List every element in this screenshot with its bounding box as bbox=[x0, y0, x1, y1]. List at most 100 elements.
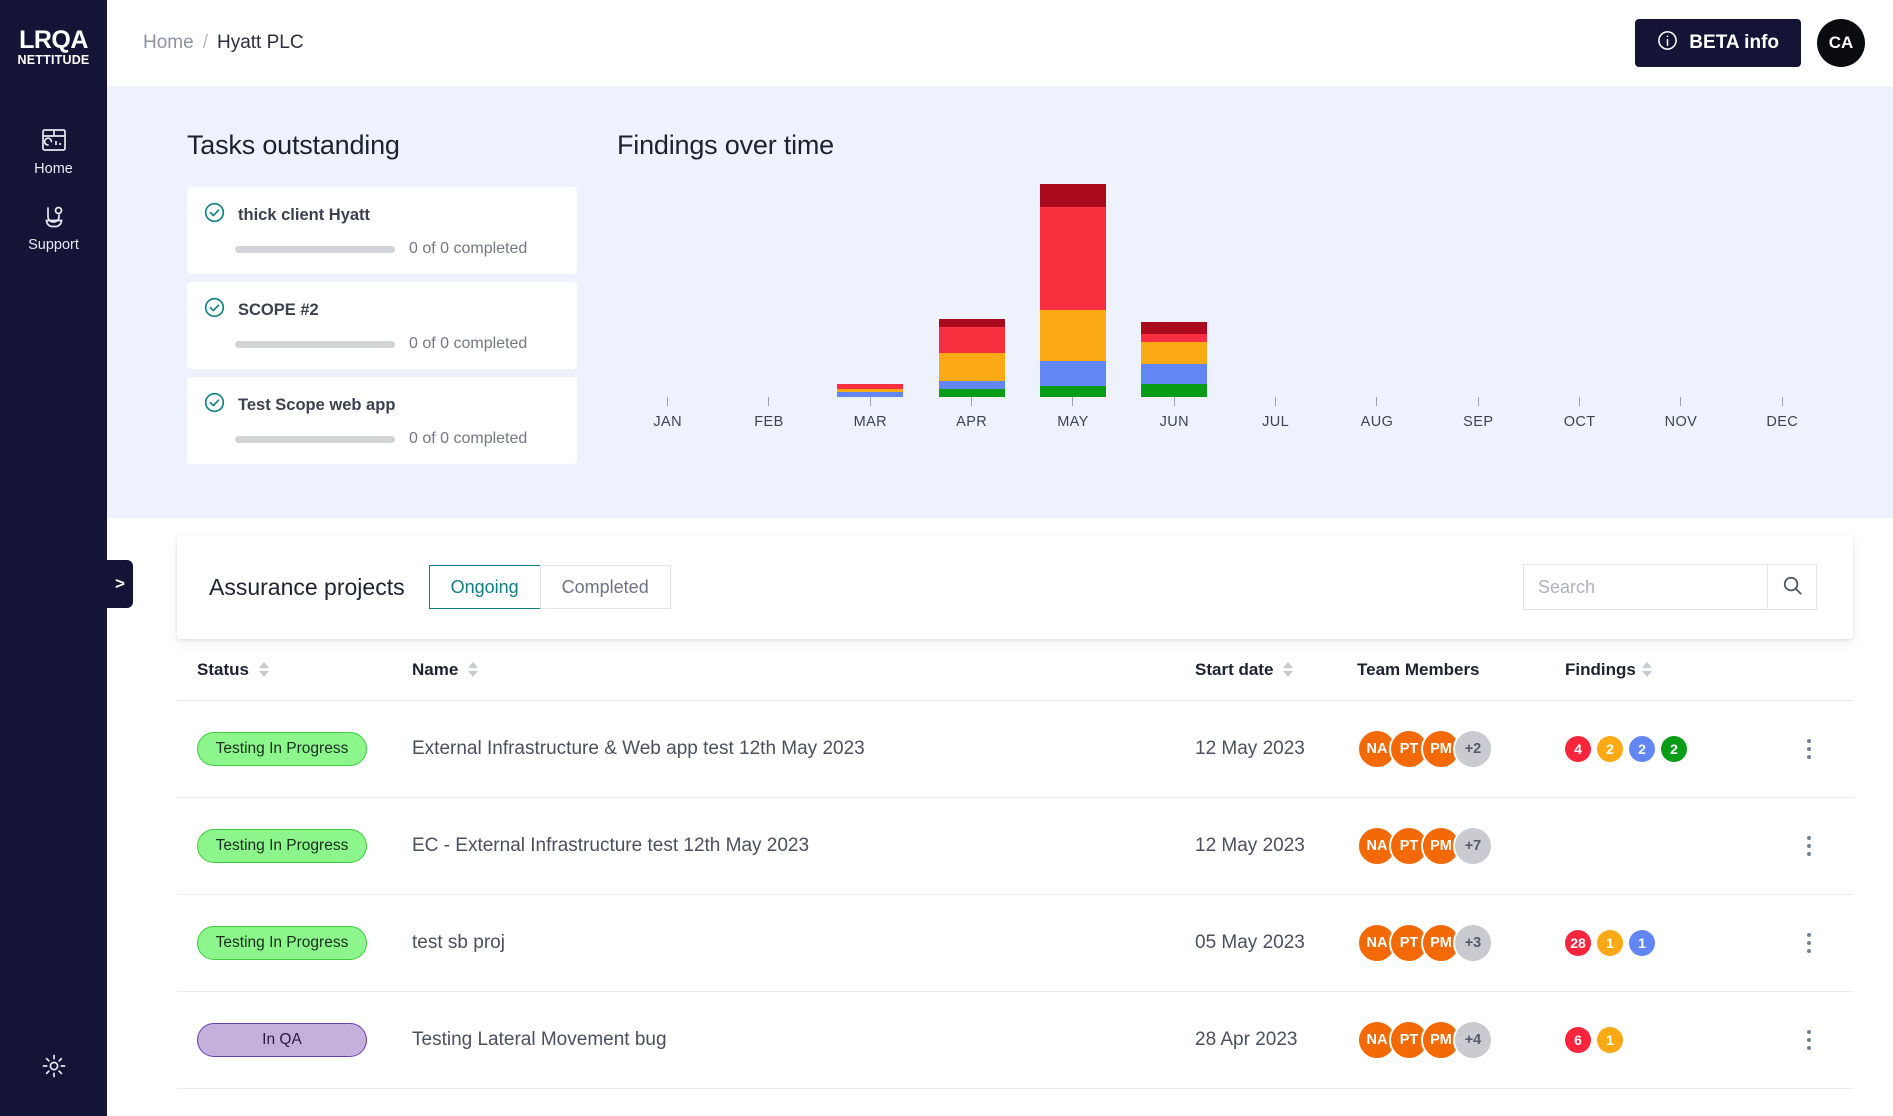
projects-toolbar-left: Assurance projects OngoingCompleted bbox=[209, 565, 671, 609]
table-row[interactable]: In QATesting Lateral Movement bug28 Apr … bbox=[177, 992, 1853, 1089]
chart-bar-jun[interactable] bbox=[1141, 322, 1207, 397]
task-progress-row: 0 of 0 completed bbox=[203, 430, 561, 448]
sidebar-footer bbox=[0, 1051, 107, 1086]
kebab-menu-icon[interactable] bbox=[1801, 733, 1817, 765]
tab-ongoing[interactable]: Ongoing bbox=[429, 565, 540, 609]
project-name[interactable]: test sb proj bbox=[412, 932, 505, 954]
dashboard-hero: Tasks outstanding thick client Hyatt0 of… bbox=[107, 86, 1893, 518]
finding-badge[interactable]: 2 bbox=[1661, 736, 1687, 762]
finding-badge[interactable]: 6 bbox=[1565, 1027, 1591, 1053]
chart-segment-info bbox=[939, 389, 1005, 397]
table-row[interactable]: Testing In ProgressEC - External Infrast… bbox=[177, 798, 1853, 895]
team-avatar-overflow[interactable]: +7 bbox=[1453, 826, 1493, 866]
breadcrumb-home[interactable]: Home bbox=[143, 32, 194, 54]
kebab-menu-icon[interactable] bbox=[1801, 830, 1817, 862]
tick-mark-icon bbox=[1782, 397, 1783, 406]
tick-mark-icon bbox=[1680, 397, 1681, 406]
avatar[interactable]: CA bbox=[1817, 19, 1865, 67]
search-input[interactable] bbox=[1523, 564, 1767, 610]
breadcrumb-current: Hyatt PLC bbox=[217, 32, 304, 54]
chart-bar-slot bbox=[1529, 179, 1630, 397]
column-header-team-members: Team Members bbox=[1357, 660, 1565, 680]
finding-badge[interactable]: 1 bbox=[1597, 1027, 1623, 1053]
sort-toggle-icon[interactable] bbox=[259, 662, 269, 677]
column-header-status[interactable]: Status bbox=[197, 660, 412, 680]
chart-tick: DEC bbox=[1732, 397, 1833, 459]
finding-badge[interactable]: 1 bbox=[1629, 930, 1655, 956]
task-card[interactable]: SCOPE #20 of 0 completed bbox=[187, 282, 577, 369]
sidebar-item-home[interactable]: Home bbox=[0, 115, 107, 191]
sort-toggle-icon[interactable] bbox=[1642, 662, 1652, 677]
sort-toggle-icon[interactable] bbox=[1283, 662, 1293, 677]
team-avatar-group: NAPTPM+3 bbox=[1357, 923, 1485, 963]
project-name[interactable]: EC - External Infrastructure test 12th M… bbox=[412, 835, 809, 857]
cell-status: In QA bbox=[197, 1023, 412, 1057]
chart-bars bbox=[617, 179, 1833, 397]
kebab-menu-icon[interactable] bbox=[1801, 1024, 1817, 1056]
tab-completed[interactable]: Completed bbox=[540, 565, 671, 609]
brand-logo: LRQA NETTITUDE bbox=[18, 28, 90, 69]
chart-x-axis: JANFEBMARAPRMAYJUNJULAUGSEPOCTNOVDEC bbox=[617, 397, 1833, 459]
chart-tick-label: FEB bbox=[754, 414, 783, 430]
tick-mark-icon bbox=[870, 397, 871, 406]
projects-toolbar: Assurance projects OngoingCompleted bbox=[177, 535, 1853, 639]
cell-row-actions bbox=[1765, 1024, 1817, 1056]
chart-tick-label: JUN bbox=[1160, 414, 1189, 430]
tasks-title: Tasks outstanding bbox=[187, 130, 547, 161]
finding-badge[interactable]: 2 bbox=[1629, 736, 1655, 762]
chart-tick-label: OCT bbox=[1564, 414, 1596, 430]
search-button[interactable] bbox=[1767, 564, 1817, 610]
gear-icon[interactable] bbox=[39, 1051, 69, 1086]
cell-start-date: 05 May 2023 bbox=[1195, 932, 1357, 954]
sidebar-expand-toggle[interactable]: > bbox=[107, 560, 133, 608]
project-name[interactable]: External Infrastructure & Web app test 1… bbox=[412, 738, 865, 760]
beta-info-button[interactable]: BETA info bbox=[1635, 19, 1801, 67]
column-header-label: Name bbox=[412, 660, 458, 680]
finding-badge[interactable]: 28 bbox=[1565, 930, 1591, 956]
kebab-menu-icon[interactable] bbox=[1801, 927, 1817, 959]
chart-bar-apr[interactable] bbox=[939, 319, 1005, 397]
chart-tick: JAN bbox=[617, 397, 718, 459]
finding-badge[interactable]: 2 bbox=[1597, 736, 1623, 762]
sort-toggle-icon[interactable] bbox=[468, 662, 478, 677]
task-progress-label: 0 of 0 completed bbox=[409, 240, 527, 258]
logo-primary-text: LRQA bbox=[18, 28, 90, 53]
support-icon bbox=[39, 201, 69, 231]
sidebar-item-support[interactable]: Support bbox=[0, 191, 107, 267]
team-avatar-overflow[interactable]: +2 bbox=[1453, 729, 1493, 769]
cell-team-members: NAPTPM+7 bbox=[1357, 826, 1565, 866]
column-header-name[interactable]: Name bbox=[412, 660, 1195, 680]
column-header-start-date[interactable]: Start date bbox=[1195, 660, 1357, 680]
project-name[interactable]: Testing Lateral Movement bug bbox=[412, 1029, 667, 1051]
task-card[interactable]: Test Scope web app0 of 0 completed bbox=[187, 377, 577, 464]
team-avatar-group: NAPTPM+4 bbox=[1357, 1020, 1485, 1060]
info-icon bbox=[1657, 30, 1678, 57]
chart-bar-mar[interactable] bbox=[837, 384, 903, 397]
finding-badge[interactable]: 4 bbox=[1565, 736, 1591, 762]
check-circle-icon bbox=[203, 391, 226, 419]
cell-name: EC - External Infrastructure test 12th M… bbox=[412, 835, 1195, 857]
chart-segment-critical bbox=[1141, 322, 1207, 334]
table-header-row: StatusName Start dateTeam MembersFindings bbox=[177, 639, 1853, 701]
chart-bar-may[interactable] bbox=[1040, 184, 1106, 397]
chart-tick-label: MAY bbox=[1057, 414, 1089, 430]
status-badge: In QA bbox=[197, 1023, 367, 1057]
chart-tick: OCT bbox=[1529, 397, 1630, 459]
tick-mark-icon bbox=[1072, 397, 1073, 406]
tick-mark-icon bbox=[1579, 397, 1580, 406]
chart-bar-slot bbox=[1022, 179, 1123, 397]
table-row[interactable]: Testing In Progresstest sb proj05 May 20… bbox=[177, 895, 1853, 992]
chart-bar-slot bbox=[1732, 179, 1833, 397]
tick-mark-icon bbox=[1275, 397, 1276, 406]
finding-badge[interactable]: 1 bbox=[1597, 930, 1623, 956]
chart-segment-info bbox=[1040, 386, 1106, 397]
column-header-findings[interactable]: Findings bbox=[1565, 660, 1765, 680]
team-avatar-overflow[interactable]: +4 bbox=[1453, 1020, 1493, 1060]
team-avatar-overflow[interactable]: +3 bbox=[1453, 923, 1493, 963]
chart-segment-high bbox=[939, 327, 1005, 353]
chart-segment-medium bbox=[1141, 342, 1207, 364]
chart-tick-label: DEC bbox=[1766, 414, 1798, 430]
chart-segment-low bbox=[1141, 364, 1207, 384]
table-row[interactable]: Testing In ProgressExternal Infrastructu… bbox=[177, 701, 1853, 798]
task-card[interactable]: thick client Hyatt0 of 0 completed bbox=[187, 187, 577, 274]
